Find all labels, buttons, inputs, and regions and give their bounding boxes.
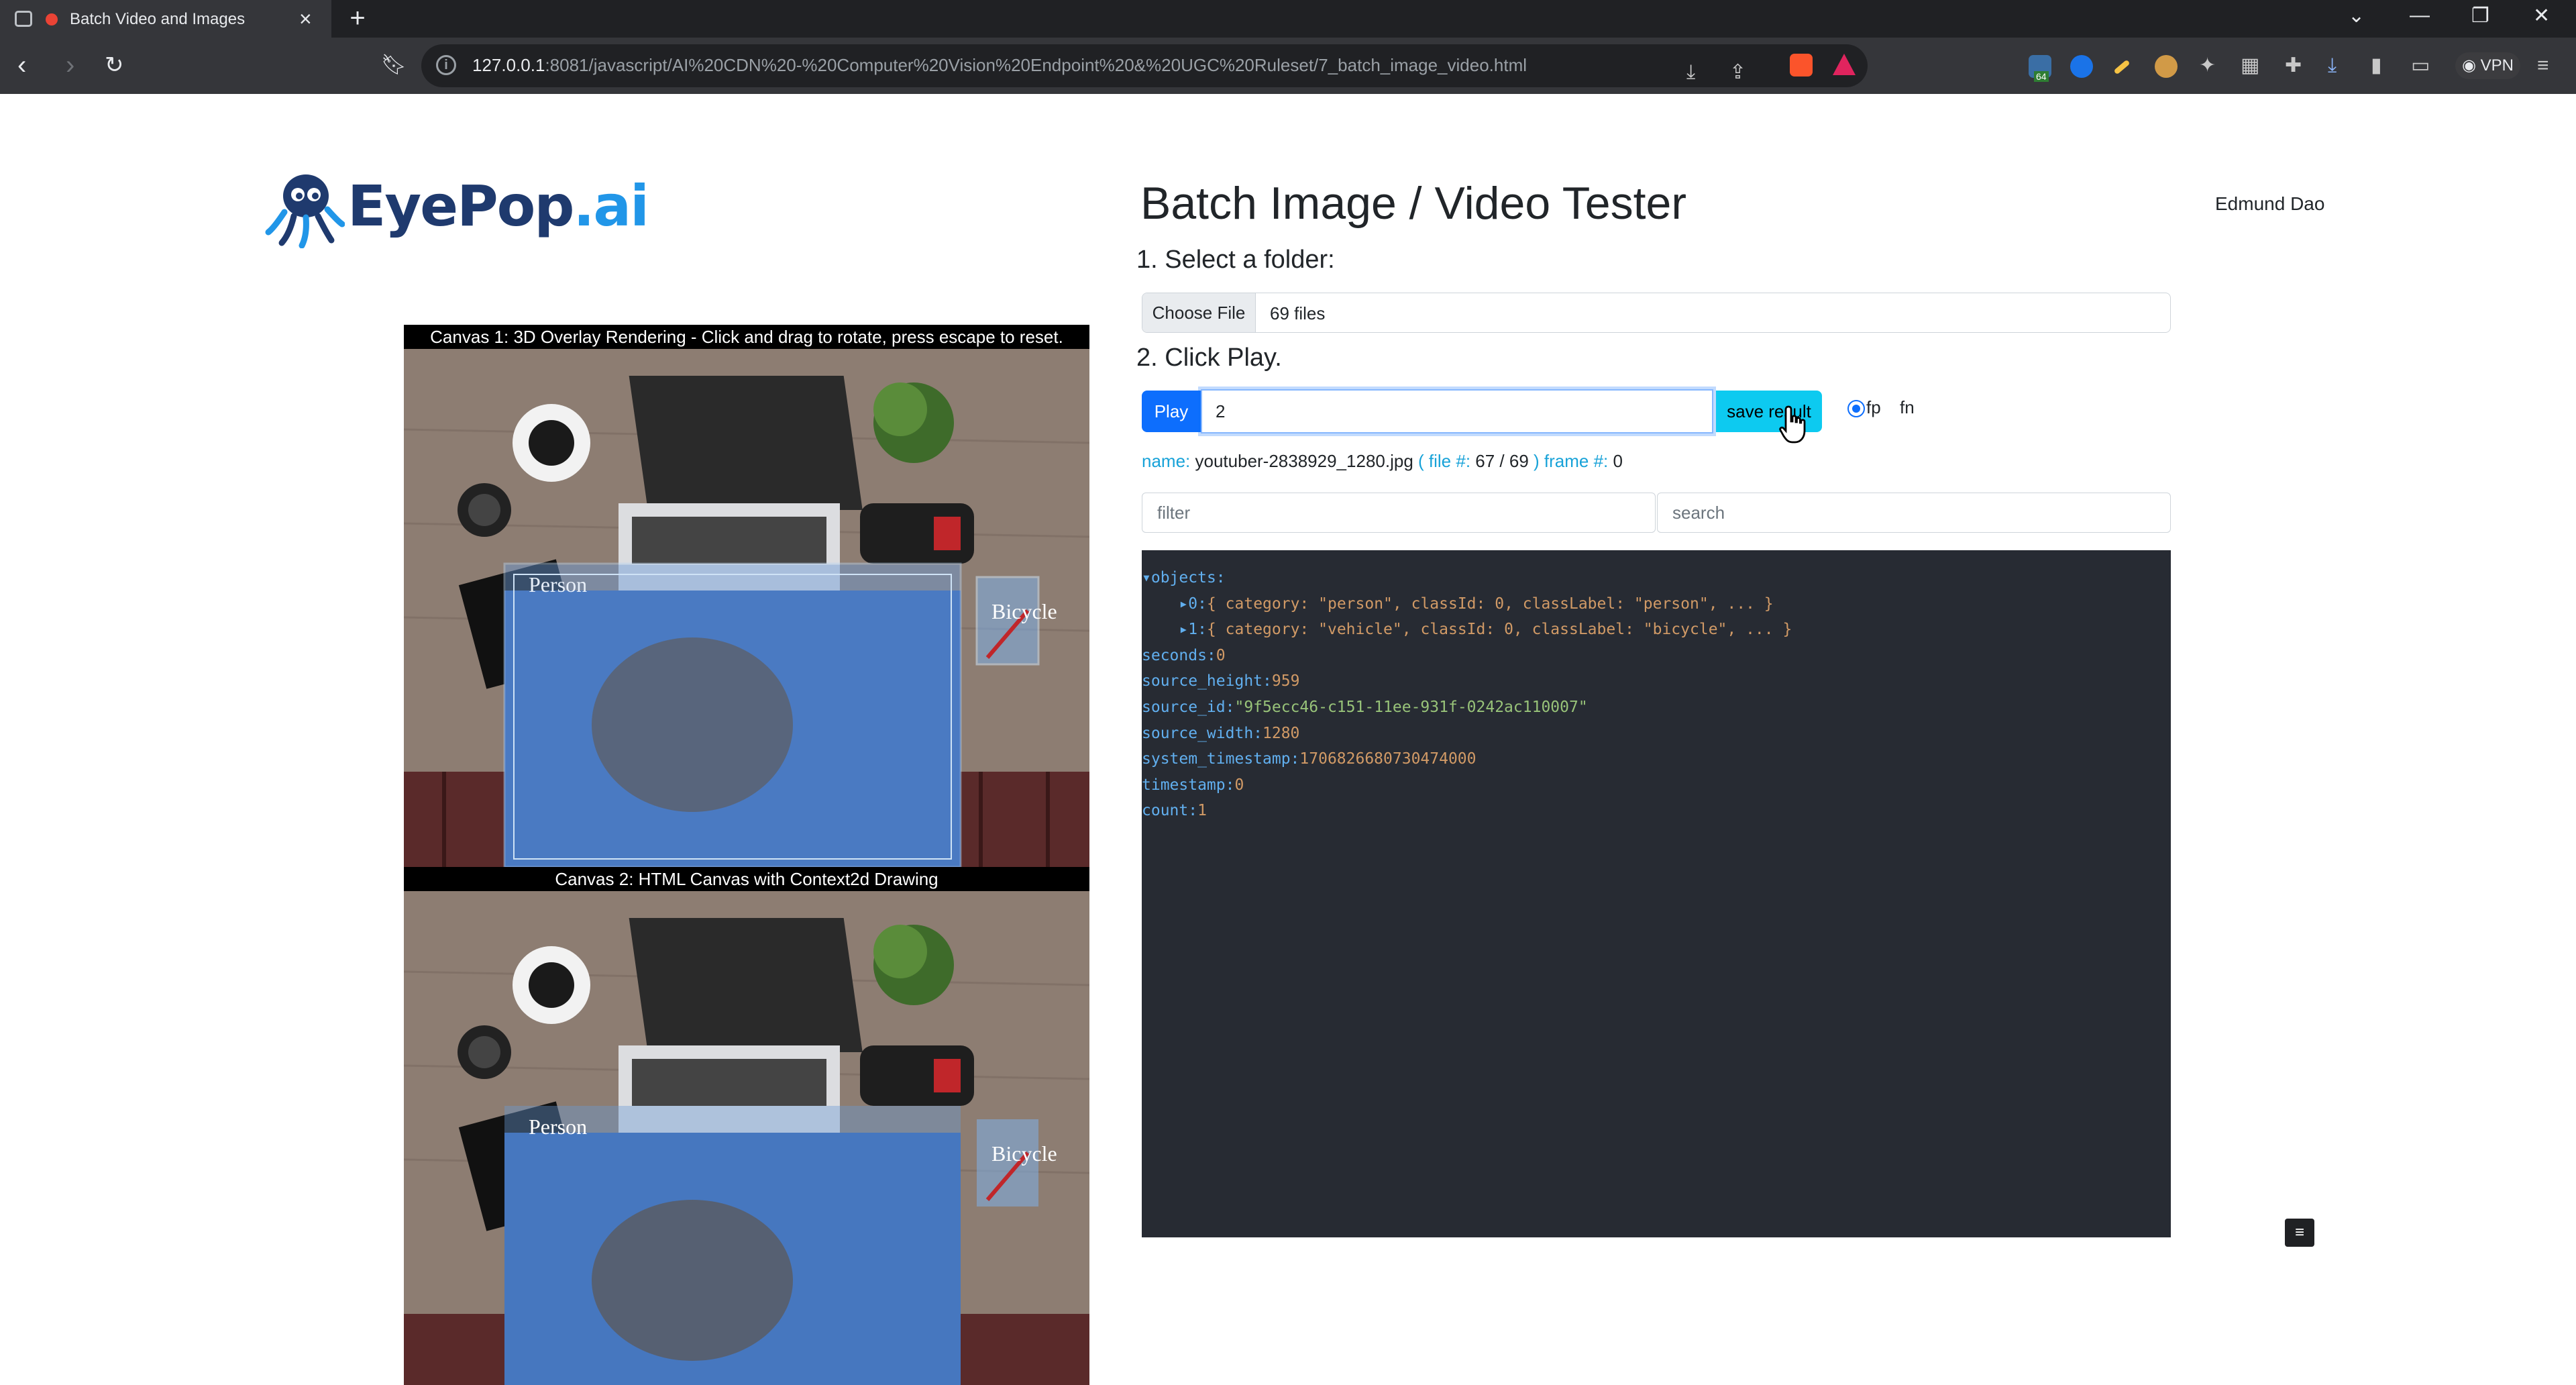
json-objects-row[interactable]: ▾objects: <box>1142 565 2171 591</box>
vpn-button[interactable]: ◉ VPN <box>2455 52 2520 79</box>
browser-tab[interactable]: Batch Video and Images × <box>0 0 331 38</box>
browser-toolbar: ‹ › ↻ 🔖︎ i 127.0.0.1:8081/javascript/AI%… <box>0 38 2576 94</box>
json-source-id-row: source_id:"9f5ecc46-c151-11ee-931f-0242a… <box>1142 698 1588 716</box>
close-tab-icon[interactable]: × <box>299 7 312 32</box>
address-bar[interactable]: i 127.0.0.1:8081/javascript/AI%20CDN%20-… <box>421 44 1868 87</box>
file-number-label: ( file #: <box>1418 451 1471 471</box>
search-input[interactable]: search <box>1657 493 2171 533</box>
json-object-1-row[interactable]: ▸1:{ category: "vehicle", classId: 0, cl… <box>1142 617 2171 643</box>
new-tab-button[interactable]: + <box>342 3 373 34</box>
octopus-logo-icon <box>265 174 345 248</box>
file-count: 69 files <box>1270 303 1326 323</box>
canvas2-bicycle-label: Bicycle <box>991 1141 1057 1166</box>
user-name: Edmund Dao <box>2215 193 2325 214</box>
url-text[interactable]: 127.0.0.1:8081/javascript/AI%20CDN%20-%2… <box>472 55 1527 76</box>
choose-file-button[interactable]: Choose File <box>1142 293 1256 332</box>
fn-label[interactable]: fn <box>1900 397 1915 418</box>
step2-heading: 2. Click Play. <box>1136 344 1282 372</box>
highlighter-icon[interactable] <box>2113 59 2131 75</box>
menu-icon[interactable]: ≡ <box>2537 52 2549 79</box>
name-label: name: <box>1142 451 1191 471</box>
site-info-icon[interactable]: i <box>436 55 456 75</box>
frame-number-value: 0 <box>1613 451 1623 471</box>
recording-indicator-icon <box>46 13 58 25</box>
brave-rewards-icon[interactable] <box>1833 54 1856 75</box>
json-source-width-row: source_width:1280 <box>1142 724 1300 742</box>
extension-s-icon[interactable] <box>2070 55 2093 78</box>
json-timestamp-row: timestamp:0 <box>1142 776 1244 794</box>
file-name-value: youtuber-2838929_1280.jpg <box>1195 451 1413 471</box>
browser-tab-strip: Batch Video and Images × + ⌄ — ❐ ✕ <box>0 0 2576 38</box>
cookie-icon[interactable] <box>2155 55 2178 78</box>
page-content: EyePop.ai Batch Image / Video Tester Edm… <box>0 94 2576 1385</box>
json-object-0-row[interactable]: ▸0:{ category: "person", classId: 0, cla… <box>1142 591 2171 617</box>
json-source-height-row: source_height:959 <box>1142 672 1300 690</box>
restore-button[interactable]: ❐ <box>2471 4 2489 28</box>
fp-radio[interactable] <box>1847 400 1865 417</box>
play-button[interactable]: Play <box>1142 391 1201 432</box>
downloads-icon[interactable]: ⤓ <box>2328 52 2337 79</box>
frame-number-label: ) frame #: <box>1534 451 1609 471</box>
share-icon[interactable]: ⇪ <box>1729 59 1746 86</box>
collapsed-arrow-icon[interactable]: ▸ <box>1179 621 1188 638</box>
canvas1-label: Canvas 1: 3D Overlay Rendering - Click a… <box>404 325 1089 349</box>
json-seconds-row: seconds:0 <box>1142 646 1226 664</box>
step1-heading: 1. Select a folder: <box>1136 246 1335 274</box>
canvas2-context2d[interactable]: Person Bicycle <box>404 891 1089 1385</box>
filter-input[interactable]: filter <box>1142 493 1656 533</box>
reload-icon[interactable]: ↻ <box>105 50 124 81</box>
menu-toggle-button[interactable]: ≡ <box>2285 1219 2314 1247</box>
wallet-icon[interactable]: ▭ <box>2411 52 2430 79</box>
tab-search-icon[interactable]: ⌄ <box>2348 4 2365 28</box>
tab-title: Batch Video and Images <box>70 10 246 28</box>
page-title: Batch Image / Video Tester <box>1140 178 1686 229</box>
brave-shield-icon[interactable] <box>1790 54 1813 76</box>
canvas2-label: Canvas 2: HTML Canvas with Context2d Dra… <box>404 867 1089 891</box>
json-system-timestamp-row: system_timestamp:1706826680730474000 <box>1142 750 1477 768</box>
fp-label: fp <box>1866 397 1881 417</box>
extension-badge-count: 64 <box>2034 71 2049 82</box>
back-icon[interactable]: ‹ <box>17 50 26 81</box>
tab-favicon-icon <box>15 11 32 27</box>
minimize-button[interactable]: — <box>2410 4 2430 27</box>
canvas1-bicycle-label: Bicycle <box>991 599 1057 623</box>
canvas1-image: Person Bicycle <box>404 349 1089 867</box>
folder-file-input[interactable]: Choose File 69 files <box>1142 293 2171 333</box>
extension-box-icon[interactable]: ▦ <box>2241 52 2259 79</box>
json-count-row: count:1 <box>1142 802 1207 820</box>
expanded-arrow-icon[interactable]: ▾ <box>1142 569 1151 586</box>
forward-icon[interactable]: › <box>66 50 74 81</box>
extension-gear-icon[interactable]: ✦ <box>2199 52 2216 79</box>
hand-cursor-icon <box>1779 405 1806 444</box>
file-status: name: youtuber-2838929_1280.jpg ( file #… <box>1142 451 1623 472</box>
canvas2-image: Person Bicycle <box>404 891 1089 1385</box>
bookmark-icon[interactable]: 🔖︎ <box>381 50 407 81</box>
json-viewer[interactable]: ▾objects: ▸0:{ category: "person", class… <box>1142 550 2171 1237</box>
collapsed-arrow-icon[interactable]: ▸ <box>1179 595 1188 613</box>
canvas1-person-label: Person <box>529 572 587 597</box>
frame-input[interactable]: 2 <box>1201 389 1713 433</box>
canvas2-person-label: Person <box>529 1115 587 1139</box>
download-icon[interactable]: ⤓ <box>1686 59 1695 86</box>
sidebar-icon[interactable]: ▮ <box>2371 52 2382 79</box>
canvas1-3d-overlay[interactable]: Person Bicycle <box>404 349 1089 867</box>
window-close-button[interactable]: ✕ <box>2533 4 2550 28</box>
file-number-value: 67 / 69 <box>1475 451 1529 471</box>
extensions-puzzle-icon[interactable]: ✚ <box>2285 52 2302 79</box>
